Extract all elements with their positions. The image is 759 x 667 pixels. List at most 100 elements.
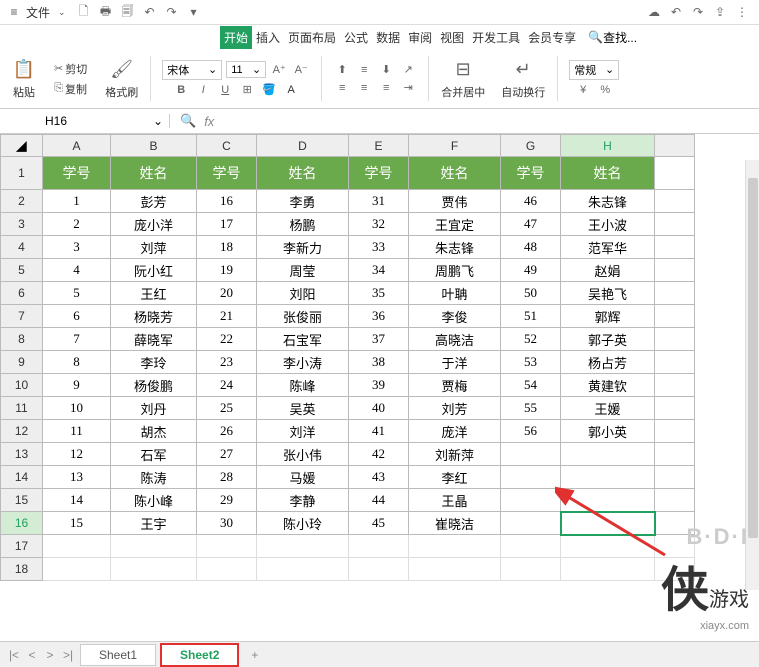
table-header-cell[interactable]: 学号 — [197, 157, 257, 190]
row-header[interactable]: 14 — [1, 466, 43, 489]
table-cell[interactable]: 郭辉 — [561, 305, 655, 328]
font-size-select[interactable]: 11⌄ — [226, 61, 266, 78]
column-header[interactable]: D — [257, 135, 349, 157]
table-cell[interactable] — [501, 466, 561, 489]
table-cell[interactable]: 李红 — [409, 466, 501, 489]
table-cell[interactable]: 41 — [349, 420, 409, 443]
fx-icon[interactable]: fx — [204, 114, 214, 129]
row-header[interactable]: 13 — [1, 443, 43, 466]
sheet-tab-1[interactable]: Sheet1 — [80, 644, 156, 666]
search-fx-icon[interactable]: 🔍 — [180, 113, 196, 129]
border-icon[interactable]: ⊞ — [238, 82, 256, 98]
table-cell[interactable]: 张俊丽 — [257, 305, 349, 328]
table-cell[interactable]: 贾伟 — [409, 190, 501, 213]
table-cell[interactable]: 23 — [197, 351, 257, 374]
tab-data[interactable]: 数据 — [372, 26, 404, 49]
table-header-cell[interactable]: 姓名 — [257, 157, 349, 190]
table-cell[interactable]: 49 — [501, 259, 561, 282]
italic-icon[interactable]: I — [194, 82, 212, 98]
format-painter-button[interactable]: 🖌 格式刷 — [101, 56, 142, 102]
sheet-nav-prev-icon[interactable]: < — [24, 648, 40, 662]
table-cell[interactable]: 周莹 — [257, 259, 349, 282]
table-cell[interactable]: 郭子英 — [561, 328, 655, 351]
table-cell[interactable] — [257, 535, 349, 558]
table-cell[interactable]: 李玲 — [111, 351, 197, 374]
table-cell[interactable]: 55 — [501, 397, 561, 420]
table-cell[interactable]: 21 — [197, 305, 257, 328]
table-cell[interactable]: 15 — [43, 512, 111, 535]
undo-icon[interactable]: ↶ — [140, 3, 160, 21]
table-cell[interactable]: 李勇 — [257, 190, 349, 213]
sheet-tab-2[interactable]: Sheet2 — [160, 643, 239, 667]
table-cell[interactable]: 47 — [501, 213, 561, 236]
table-cell[interactable] — [561, 535, 655, 558]
table-cell[interactable]: 13 — [43, 466, 111, 489]
table-cell[interactable]: 11 — [43, 420, 111, 443]
tab-insert[interactable]: 插入 — [252, 26, 284, 49]
table-cell[interactable] — [561, 512, 655, 535]
table-cell[interactable]: 1 — [43, 190, 111, 213]
table-cell[interactable]: 刘芳 — [409, 397, 501, 420]
table-cell[interactable]: 16 — [197, 190, 257, 213]
table-cell[interactable]: 9 — [43, 374, 111, 397]
number-format-select[interactable]: 常规⌄ — [569, 60, 619, 80]
table-cell[interactable] — [43, 535, 111, 558]
row-header[interactable]: 3 — [1, 213, 43, 236]
align-right-icon[interactable]: ≡ — [377, 80, 395, 96]
row-header[interactable]: 2 — [1, 190, 43, 213]
table-cell[interactable]: 杨晓芳 — [111, 305, 197, 328]
row-header[interactable]: 1 — [1, 157, 43, 190]
table-cell[interactable]: 35 — [349, 282, 409, 305]
table-cell[interactable]: 50 — [501, 282, 561, 305]
table-cell[interactable] — [111, 558, 197, 581]
row-header[interactable]: 16 — [1, 512, 43, 535]
table-cell[interactable]: 17 — [197, 213, 257, 236]
spreadsheet-grid[interactable]: ◢ ABCDEFGH 1学号姓名学号姓名学号姓名学号姓名21彭芳16李勇31贾伟… — [0, 134, 759, 654]
table-cell[interactable]: 吴艳飞 — [561, 282, 655, 305]
redo-icon[interactable]: ↷ — [162, 3, 182, 21]
table-cell[interactable]: 22 — [197, 328, 257, 351]
table-cell[interactable]: 杨鹏 — [257, 213, 349, 236]
tab-review[interactable]: 审阅 — [404, 26, 436, 49]
table-cell[interactable]: 43 — [349, 466, 409, 489]
table-cell[interactable]: 崔晓洁 — [409, 512, 501, 535]
hamburger-icon[interactable]: ≡ — [5, 3, 23, 21]
tab-dev[interactable]: 开发工具 — [468, 26, 524, 49]
table-cell[interactable] — [349, 535, 409, 558]
font-name-select[interactable]: 宋体⌄ — [162, 60, 222, 80]
table-cell[interactable]: 25 — [197, 397, 257, 420]
indent-icon[interactable]: ⇥ — [399, 80, 417, 96]
column-header[interactable]: E — [349, 135, 409, 157]
table-cell[interactable]: 石宝军 — [257, 328, 349, 351]
tab-view[interactable]: 视图 — [436, 26, 468, 49]
tab-member[interactable]: 会员专享 — [524, 26, 580, 49]
scrollbar-thumb[interactable] — [748, 178, 758, 538]
table-cell[interactable]: 吴英 — [257, 397, 349, 420]
table-cell[interactable]: 范军华 — [561, 236, 655, 259]
table-cell[interactable] — [501, 535, 561, 558]
table-cell[interactable]: 李小涛 — [257, 351, 349, 374]
column-header[interactable]: H — [561, 135, 655, 157]
table-cell[interactable]: 45 — [349, 512, 409, 535]
table-cell[interactable]: 胡杰 — [111, 420, 197, 443]
table-cell[interactable]: 33 — [349, 236, 409, 259]
table-cell[interactable]: 马媛 — [257, 466, 349, 489]
sheet-nav-last-icon[interactable]: >| — [60, 648, 76, 662]
table-cell[interactable]: 王宇 — [111, 512, 197, 535]
table-header-cell[interactable]: 姓名 — [561, 157, 655, 190]
table-cell[interactable]: 彭芳 — [111, 190, 197, 213]
file-menu[interactable]: 文件 — [26, 4, 50, 21]
table-cell[interactable]: 李新力 — [257, 236, 349, 259]
chevron-down-icon[interactable]: ⌄ — [153, 114, 163, 128]
more-quickbar-icon[interactable]: ▾ — [184, 3, 204, 21]
table-cell[interactable]: 张小伟 — [257, 443, 349, 466]
row-header[interactable]: 5 — [1, 259, 43, 282]
table-cell[interactable] — [257, 558, 349, 581]
search-icon[interactable]: 🔍 — [588, 30, 603, 44]
table-cell[interactable]: 叶聃 — [409, 282, 501, 305]
table-cell[interactable]: 王晶 — [409, 489, 501, 512]
table-cell[interactable]: 陈涛 — [111, 466, 197, 489]
table-cell[interactable] — [501, 512, 561, 535]
table-header-cell[interactable]: 姓名 — [111, 157, 197, 190]
add-sheet-button[interactable]: + — [243, 646, 266, 664]
